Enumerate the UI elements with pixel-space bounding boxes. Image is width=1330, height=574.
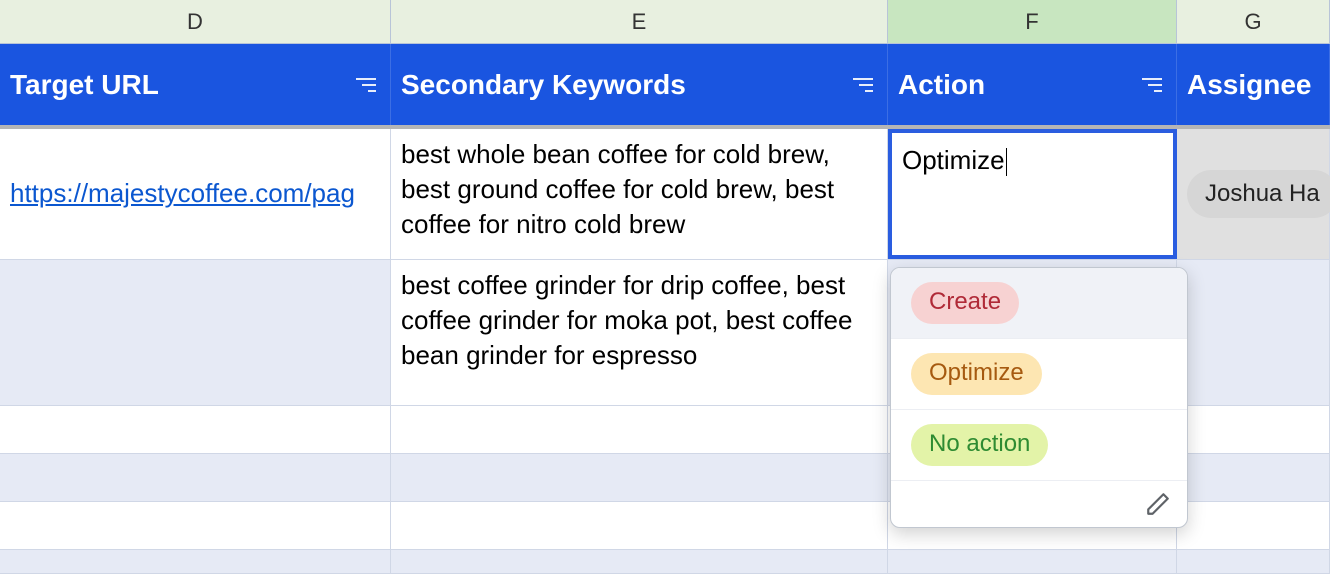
cell-target-url[interactable] [0, 260, 391, 405]
header-assignee[interactable]: Assignee [1177, 44, 1330, 125]
column-letter-d[interactable]: D [0, 0, 391, 43]
dropdown-option-optimize[interactable]: Optimize [891, 339, 1187, 410]
text-caret [1005, 143, 1007, 178]
filter-icon[interactable] [354, 74, 376, 96]
header-action[interactable]: Action [888, 44, 1177, 125]
cell-action-value: Optimize [902, 143, 1005, 178]
header-target-url[interactable]: Target URL [0, 44, 391, 125]
cell-target-url[interactable] [0, 502, 391, 549]
cell-target-url[interactable] [0, 550, 391, 573]
header-label: Secondary Keywords [401, 69, 686, 101]
cell-assignee[interactable] [1177, 550, 1330, 573]
cell-action[interactable] [888, 550, 1177, 573]
column-letter-g[interactable]: G [1177, 0, 1330, 43]
cell-assignee[interactable] [1177, 454, 1330, 501]
pencil-icon[interactable] [1145, 491, 1171, 517]
table-row [0, 550, 1330, 574]
cell-secondary-keywords[interactable]: best coffee grinder for drip coffee, bes… [391, 260, 888, 405]
cell-assignee[interactable] [1177, 260, 1330, 405]
cell-assignee[interactable]: Joshua Ha [1177, 129, 1330, 259]
cell-secondary-keywords[interactable] [391, 550, 888, 573]
cell-secondary-keywords[interactable] [391, 454, 888, 501]
option-pill: No action [911, 424, 1048, 466]
cell-secondary-keywords[interactable] [391, 406, 888, 453]
cell-secondary-keywords[interactable]: best whole bean coffee for cold brew, be… [391, 129, 888, 259]
assignee-chip[interactable]: Joshua Ha [1187, 170, 1330, 218]
filter-icon[interactable] [851, 74, 873, 96]
dropdown-option-create[interactable]: Create [891, 268, 1187, 339]
header-label: Action [898, 69, 985, 101]
cell-target-url[interactable] [0, 406, 391, 453]
header-label: Assignee [1187, 69, 1312, 101]
dropdown-option-no-action[interactable]: No action [891, 410, 1187, 481]
header-row: Target URL Secondary Keywords Action Ass… [0, 44, 1330, 129]
table-row: https://majestycoffee.com/pag best whole… [0, 129, 1330, 260]
cell-assignee[interactable] [1177, 502, 1330, 549]
cell-target-url[interactable] [0, 454, 391, 501]
option-pill: Create [911, 282, 1019, 324]
header-label: Target URL [10, 69, 159, 101]
column-letter-row: D E F G [0, 0, 1330, 44]
cell-assignee[interactable] [1177, 406, 1330, 453]
filter-icon[interactable] [1140, 74, 1162, 96]
dropdown-edit-row [891, 481, 1187, 527]
action-dropdown[interactable]: Create Optimize No action [890, 267, 1188, 528]
cell-secondary-keywords[interactable] [391, 502, 888, 549]
option-pill: Optimize [911, 353, 1042, 395]
cell-action-editing[interactable]: Optimize [888, 129, 1177, 259]
cell-target-url[interactable]: https://majestycoffee.com/pag [0, 129, 391, 259]
column-letter-e[interactable]: E [391, 0, 888, 43]
column-letter-f[interactable]: F [888, 0, 1177, 43]
url-link[interactable]: https://majestycoffee.com/pag [10, 176, 355, 211]
header-secondary-keywords[interactable]: Secondary Keywords [391, 44, 888, 125]
